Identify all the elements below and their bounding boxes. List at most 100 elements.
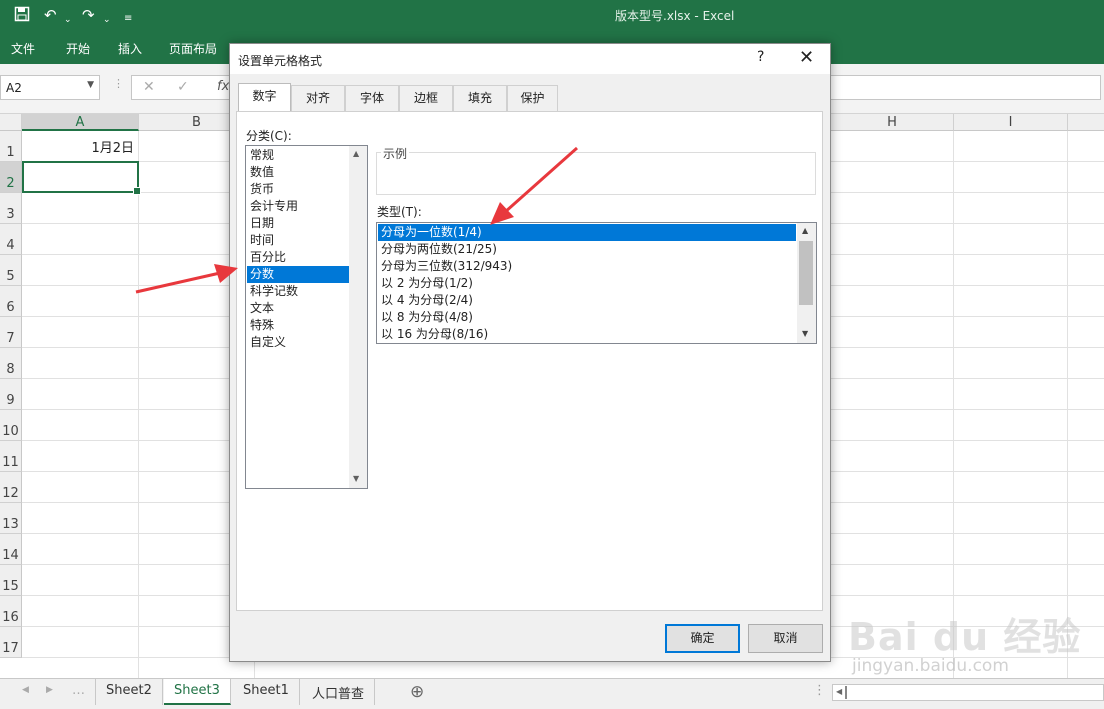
- row-header[interactable]: 11: [0, 441, 22, 472]
- redo-icon[interactable]: ↷: [82, 6, 95, 24]
- function-icon[interactable]: fx: [217, 79, 229, 94]
- selected-cell-a2[interactable]: [22, 161, 141, 195]
- customize-toolbar-icon[interactable]: ≡: [124, 10, 132, 28]
- row-header[interactable]: 8: [0, 348, 22, 379]
- sheet-tab-census[interactable]: 人口普查: [302, 679, 376, 705]
- scroll-right-icon[interactable]: ▶: [46, 685, 53, 695]
- select-all-corner[interactable]: [0, 114, 22, 131]
- more-icon: ⋮: [113, 77, 124, 90]
- type-item[interactable]: 分母为两位数(21/25): [378, 241, 796, 258]
- scroll-down-icon[interactable]: ▼: [353, 474, 359, 483]
- row-header[interactable]: 2: [0, 162, 22, 193]
- category-item[interactable]: 特殊: [247, 317, 349, 334]
- category-item[interactable]: 常规: [247, 147, 349, 164]
- scrollbar-thumb[interactable]: [799, 241, 813, 305]
- category-list[interactable]: 常规 数值 货币 会计专用 日期 时间 百分比 分数 科学记数 文本 特殊 自定义 ▲ ▼: [245, 145, 368, 489]
- scroll-up-icon[interactable]: ▲: [353, 149, 359, 158]
- category-item[interactable]: 百分比: [247, 249, 349, 266]
- row-header[interactable]: 6: [0, 286, 22, 317]
- type-item[interactable]: 以 8 为分母(4/8): [378, 309, 796, 326]
- format-cells-dialog: 设置单元格格式 ? ✕ 数字 对齐 字体 边框 填充 保护 分类(C): 常规数…: [229, 43, 831, 662]
- undo-icon[interactable]: ↶: [44, 6, 57, 24]
- type-item[interactable]: 以 16 为分母(8/16): [378, 326, 796, 343]
- cancel-icon[interactable]: ✕: [143, 79, 155, 95]
- ok-button[interactable]: 确定: [665, 624, 740, 653]
- tab-home[interactable]: 开始: [66, 40, 90, 57]
- baidu-watermark-logo: Bai du 经验: [848, 615, 1082, 659]
- category-item[interactable]: 文本: [247, 300, 349, 317]
- category-item[interactable]: 数值: [247, 164, 349, 181]
- category-label: 分类(C):: [246, 129, 292, 143]
- category-item[interactable]: 日期: [247, 215, 349, 232]
- type-list[interactable]: 分母为一位数(1/4) 分母为两位数(21/25) 分母为三位数(312/943) 以…: [376, 222, 817, 344]
- tab-font[interactable]: 字体: [345, 85, 399, 111]
- type-label: 类型(T):: [377, 205, 422, 219]
- title-bar: ↶ ⌄ ↷ ⌄ ≡ 版本型号.xlsx - Excel: [0, 0, 1104, 32]
- category-item[interactable]: 自定义: [247, 334, 349, 351]
- column-header-i[interactable]: I: [954, 114, 1068, 131]
- row-header[interactable]: 17: [0, 627, 22, 658]
- column-header-h[interactable]: H: [831, 114, 954, 131]
- scroll-down-icon[interactable]: ▼: [802, 329, 808, 338]
- sheet-tab-sheet1[interactable]: Sheet1: [233, 679, 300, 705]
- type-item[interactable]: 以 2 为分母(1/2): [378, 275, 796, 292]
- sample-label: 示例: [381, 145, 410, 162]
- row-header[interactable]: 3: [0, 193, 22, 224]
- more-sheets-icon[interactable]: …: [72, 683, 85, 698]
- type-item[interactable]: 分母为三位数(312/943): [378, 258, 796, 275]
- category-item[interactable]: 会计专用: [247, 198, 349, 215]
- sheet-tab-sheet3[interactable]: Sheet3: [164, 679, 231, 705]
- column-header-j[interactable]: [1068, 114, 1104, 131]
- close-icon[interactable]: ✕: [799, 47, 814, 68]
- chevron-down-icon[interactable]: ▼: [87, 80, 94, 90]
- row-header[interactable]: 13: [0, 503, 22, 534]
- dialog-title: 设置单元格格式: [238, 54, 323, 68]
- name-box[interactable]: A2 ▼: [0, 75, 100, 100]
- category-item[interactable]: 货币: [247, 181, 349, 198]
- type-item[interactable]: 分母为一位数(1/4): [378, 224, 796, 241]
- horizontal-scrollbar[interactable]: ◀: [832, 684, 1104, 701]
- cancel-button[interactable]: 取消: [748, 624, 823, 653]
- category-item[interactable]: 时间: [247, 232, 349, 249]
- scrollbar-thumb[interactable]: [845, 686, 847, 699]
- row-header[interactable]: 16: [0, 596, 22, 627]
- category-scrollbar[interactable]: ▲ ▼: [349, 146, 367, 488]
- row-header[interactable]: 7: [0, 317, 22, 348]
- sheet-tab-sheet2[interactable]: Sheet2: [95, 679, 163, 705]
- help-icon[interactable]: ?: [757, 49, 764, 65]
- column-header-a[interactable]: A: [22, 114, 139, 131]
- tab-page-layout[interactable]: 页面布局: [169, 40, 217, 57]
- row-header[interactable]: 9: [0, 379, 22, 410]
- tab-fill[interactable]: 填充: [453, 85, 507, 111]
- cell-a1[interactable]: 1月2日: [23, 137, 137, 156]
- tab-file[interactable]: 文件: [11, 40, 35, 57]
- type-item[interactable]: 以 4 为分母(2/4): [378, 292, 796, 309]
- number-tab-panel: 分类(C): 常规 数值 货币 会计专用 日期 时间 百分比 分数 科学记数 文本 特殊 自定义 ▲ …: [236, 111, 823, 611]
- tab-protection[interactable]: 保护: [507, 85, 558, 111]
- row-header[interactable]: 4: [0, 224, 22, 255]
- add-sheet-icon[interactable]: ⊕: [410, 682, 424, 702]
- row-header[interactable]: 5: [0, 255, 22, 286]
- scroll-left-arrow-icon[interactable]: ◀: [836, 687, 842, 696]
- row-header[interactable]: 14: [0, 534, 22, 565]
- scroll-up-icon[interactable]: ▲: [802, 226, 808, 235]
- save-icon[interactable]: [14, 6, 30, 26]
- dialog-title-bar: 设置单元格格式 ? ✕: [230, 44, 830, 74]
- undo-dropdown-icon[interactable]: ⌄: [64, 11, 72, 29]
- type-scrollbar[interactable]: ▲ ▼: [797, 223, 816, 343]
- redo-dropdown-icon[interactable]: ⌄: [103, 11, 111, 29]
- splitter-icon[interactable]: ⋮: [813, 683, 826, 698]
- row-header[interactable]: 12: [0, 472, 22, 503]
- row-header[interactable]: 15: [0, 565, 22, 596]
- tab-border[interactable]: 边框: [399, 85, 453, 111]
- check-icon[interactable]: ✓: [177, 79, 189, 95]
- tab-insert[interactable]: 插入: [118, 40, 142, 57]
- row-header[interactable]: 1: [0, 131, 22, 162]
- row-header[interactable]: 10: [0, 410, 22, 441]
- category-item[interactable]: 科学记数: [247, 283, 349, 300]
- name-box-value: A2: [6, 81, 22, 95]
- tab-alignment[interactable]: 对齐: [291, 85, 345, 111]
- scroll-left-icon[interactable]: ◀: [22, 685, 29, 695]
- category-item[interactable]: 分数: [247, 266, 349, 283]
- tab-number[interactable]: 数字: [238, 83, 291, 112]
